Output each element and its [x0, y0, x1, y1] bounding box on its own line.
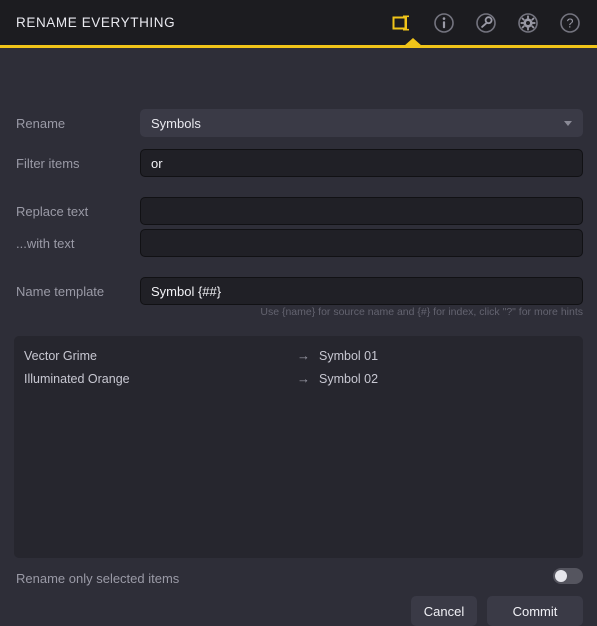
rename-only-selected-label: Rename only selected items [16, 570, 180, 586]
page-title: RENAME EVERYTHING [16, 15, 176, 30]
replace-text-input[interactable] [140, 197, 583, 225]
with-text-label: ...with text [16, 235, 75, 251]
preview-target-name: Symbol 02 [319, 371, 379, 386]
name-template-input[interactable]: Symbol {##} [140, 277, 583, 305]
commit-button[interactable]: Commit [487, 596, 583, 626]
arrow-right-icon: → [297, 348, 310, 363]
help-icon[interactable]: ? [557, 10, 583, 36]
title-bar: RENAME EVERYTHING ? [0, 0, 597, 45]
dialog-button-bar: Cancel Commit [411, 596, 583, 626]
rename-type-row: Rename Symbols [0, 109, 597, 137]
dialog-body: Rename Symbols Filter items or Replace t… [0, 48, 597, 626]
rename-preview-list[interactable]: Vector Grime → Symbol 01 Illuminated Ora… [14, 336, 583, 558]
preview-source-name: Vector Grime [24, 348, 97, 363]
preview-target-name: Symbol 01 [319, 348, 379, 363]
replace-text-row: Replace text [0, 197, 597, 225]
wrench-icon[interactable] [473, 10, 499, 36]
name-template-value: Symbol {##} [151, 283, 222, 299]
replace-text-label: Replace text [16, 203, 89, 219]
name-template-row: Name template Symbol {##} [0, 277, 597, 305]
with-text-input[interactable] [140, 229, 583, 257]
list-item[interactable]: Illuminated Orange → Symbol 02 [14, 367, 583, 390]
toggle-knob [555, 570, 567, 582]
rename-tab-icon[interactable] [389, 10, 415, 36]
list-item[interactable]: Vector Grime → Symbol 01 [14, 344, 583, 367]
name-template-hint: Use {name} for source name and {#} for i… [260, 306, 583, 318]
filter-items-row: Filter items or [0, 149, 597, 177]
with-text-row: ...with text [0, 229, 597, 257]
name-template-label: Name template [16, 283, 105, 299]
filter-items-value: or [151, 155, 163, 171]
svg-text:?: ? [567, 16, 574, 30]
rename-only-selected-toggle[interactable] [553, 568, 583, 584]
rename-type-value: Symbols [151, 115, 201, 131]
active-tab-pointer [404, 38, 422, 46]
rename-only-selected-row: Rename only selected items [0, 566, 597, 590]
arrow-right-icon: → [297, 371, 310, 386]
filter-items-label: Filter items [16, 155, 80, 171]
cancel-button[interactable]: Cancel [411, 596, 477, 626]
info-icon[interactable] [431, 10, 457, 36]
preview-source-name: Illuminated Orange [24, 371, 130, 386]
gear-icon[interactable] [515, 10, 541, 36]
filter-items-input[interactable]: or [140, 149, 583, 177]
chevron-down-icon [564, 121, 572, 126]
rename-label: Rename [16, 115, 66, 131]
rename-everything-dialog: RENAME EVERYTHING ? Rename Symbols Filte… [0, 0, 597, 626]
rename-type-select[interactable]: Symbols [140, 109, 583, 137]
